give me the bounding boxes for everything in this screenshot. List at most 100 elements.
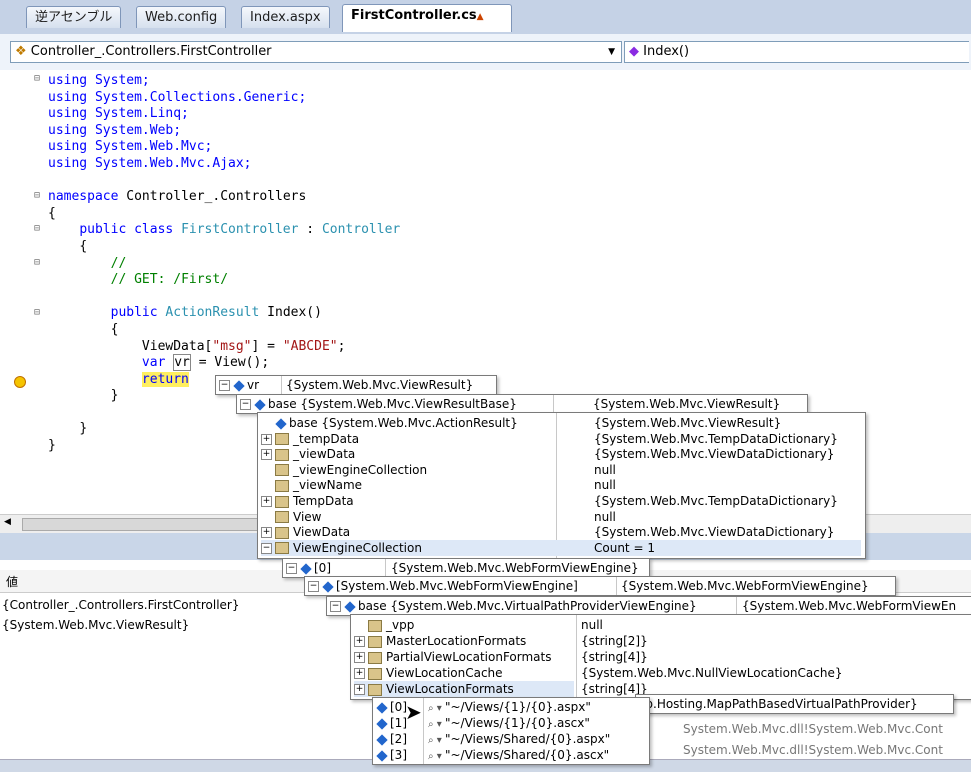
variable-icon: [376, 733, 388, 746]
tip-row[interactable]: + MasterLocationFormats: [354, 633, 526, 649]
code-token: = View();: [190, 355, 270, 371]
tip-row-name: PartialViewLocationFormats: [386, 650, 552, 664]
code-token: "msg": [212, 338, 252, 354]
callstack-row[interactable]: System.Web.Mvc.dll!System.Web.Mvc.Cont: [683, 741, 971, 759]
expand-icon[interactable]: −: [261, 542, 272, 554]
expand-icon[interactable]: +: [354, 652, 365, 663]
magnifier-icon[interactable]: ⌕ ▾: [428, 751, 445, 762]
tip-row[interactable]: + ViewData: [261, 524, 350, 540]
tip-row[interactable]: View: [261, 509, 321, 525]
datatip-base-viewresultbase[interactable]: − base {System.Web.Mvc.ViewResultBase} {S…: [236, 394, 808, 414]
divider: [423, 698, 424, 764]
tip-row[interactable]: + _viewData: [261, 446, 355, 462]
field-icon: [275, 542, 289, 555]
outline-class[interactable]: ⊟: [34, 223, 40, 234]
outline-using[interactable]: ⊟: [34, 73, 40, 84]
divider: [556, 413, 557, 558]
callstack-row[interactable]: System.Web.Mvc.dll!System.Web.Mvc.Cont: [683, 719, 971, 739]
tip-row-name: ViewLocationCache: [386, 666, 503, 680]
datatip-base-virtualpathprovider[interactable]: − base {System.Web.Mvc.VirtualPathProvide…: [326, 596, 971, 616]
expand-icon[interactable]: +: [261, 527, 272, 539]
tip-row[interactable]: + ViewLocationCache: [354, 665, 503, 681]
code-token: ActionResult: [165, 305, 260, 321]
tip-row-value: Count = 1: [594, 540, 655, 555]
class-combo[interactable]: ❖ Controller_.Controllers.FirstControlle…: [10, 41, 622, 63]
tip-row[interactable]: − ViewEngineCollection: [261, 539, 861, 556]
datatip-value: eb.Hosting.MapPathBasedVirtualPathProvid…: [638, 697, 918, 711]
code-token: {: [48, 205, 56, 221]
expand-icon[interactable]: +: [354, 668, 365, 679]
magnifier-icon[interactable]: ⌕ ▾: [428, 735, 445, 746]
datatip-webformviewengine[interactable]: − [System.Web.Mvc.WebFormViewEngine] {Sys…: [304, 576, 896, 596]
magnifier-icon[interactable]: ⌕ ▾: [428, 703, 445, 714]
array-row[interactable]: [2]: [376, 731, 407, 747]
datatip-vpp-value[interactable]: eb.Hosting.MapPathBasedVirtualPathProvid…: [635, 694, 954, 714]
tip-row-value: {System.Web.Mvc.ViewResult}: [594, 416, 782, 430]
code-token: var: [141, 355, 174, 371]
tab-web-config[interactable]: Web.config: [136, 6, 227, 28]
tip-row[interactable]: _viewName: [261, 477, 362, 493]
scroll-thumb[interactable]: [22, 518, 264, 531]
expand-icon[interactable]: +: [261, 449, 272, 461]
tab-index-aspx[interactable]: Index.aspx: [241, 6, 330, 28]
tip-row-value: null: [594, 462, 616, 477]
code-token: ;: [337, 338, 346, 354]
array-value: ⌕ ▾ "~/Views/{1}/{0}.aspx": [428, 699, 591, 715]
magnifier-icon[interactable]: ⌕ ▾: [428, 719, 445, 730]
tip-row[interactable]: + ViewLocationFormats: [354, 681, 574, 697]
expand-icon[interactable]: +: [354, 684, 365, 695]
datatip-index-0[interactable]: − [0] {System.Web.Mvc.WebFormViewEngine}: [282, 558, 650, 578]
variable-icon: [344, 600, 356, 613]
tip-row[interactable]: _vpp: [354, 617, 414, 633]
tab-disassembly[interactable]: 逆アセンブル: [26, 6, 122, 28]
code-line: using System.Web;: [48, 122, 182, 138]
array-value-text: "~/Views/{1}/{0}.ascx": [444, 716, 590, 730]
variable-icon: [322, 580, 334, 593]
expand-icon[interactable]: +: [261, 496, 272, 507]
array-row[interactable]: [0]: [376, 699, 407, 715]
expand-icon[interactable]: +: [261, 433, 272, 445]
navigation-bar: ❖ Controller_.Controllers.FirstControlle…: [0, 34, 971, 71]
collapse-icon[interactable]: −: [240, 399, 251, 410]
expand-icon[interactable]: +: [354, 636, 365, 647]
locals-row-value[interactable]: {System.Web.Mvc.ViewResult}: [2, 618, 189, 632]
scroll-left-icon[interactable]: ◀: [4, 517, 16, 530]
tip-row[interactable]: + PartialViewLocationFormats: [354, 649, 551, 665]
tip-row-name: _viewData: [293, 447, 356, 462]
outline-method[interactable]: ⊟: [34, 307, 40, 318]
array-value: ⌕ ▾ "~/Views/{1}/{0}.ascx": [428, 715, 590, 731]
outline-comment[interactable]: ⊟: [34, 257, 40, 268]
outline-namespace[interactable]: ⊟: [34, 190, 40, 201]
pin-icon: ▲: [476, 12, 484, 22]
collapse-icon[interactable]: −: [286, 563, 297, 574]
code-token: // GET: /First/: [110, 272, 229, 288]
tip-row-value: {string[4]}: [581, 650, 648, 664]
tip-row-value: null: [581, 618, 603, 632]
document-tab-bar: 逆アセンブル Web.config Index.aspx FirstContro…: [0, 0, 971, 35]
array-row[interactable]: [1]: [376, 715, 407, 731]
current-statement: return: [141, 371, 189, 387]
array-row[interactable]: [3]: [376, 747, 407, 763]
tip-row-name: _viewEngineCollection: [293, 462, 428, 477]
tip-row[interactable]: + TempData: [261, 493, 354, 509]
tip-row[interactable]: base {System.Web.Mvc.ActionResult}: [261, 415, 518, 431]
code-token: {: [79, 238, 88, 254]
array-value-text: "~/Views/{1}/{0}.aspx": [444, 700, 591, 714]
collapse-icon[interactable]: −: [330, 601, 341, 612]
divider: [281, 376, 282, 394]
tip-row[interactable]: + _tempData: [261, 431, 359, 447]
tip-row[interactable]: _viewEngineCollection: [261, 462, 427, 478]
code-token: "ABCDE": [282, 338, 338, 354]
datatip-viewengine-members[interactable]: _vpp null + MasterLocationFormats {string[2]…: [350, 614, 971, 700]
collapse-icon[interactable]: −: [219, 380, 230, 391]
collapse-icon[interactable]: −: [308, 581, 319, 592]
member-combo[interactable]: ◆ Index(): [624, 41, 969, 63]
locals-row-value[interactable]: {Controller_.Controllers.FirstController…: [2, 598, 240, 612]
datatip-viewresult-members[interactable]: base {System.Web.Mvc.ActionResult} {Syste…: [257, 412, 866, 559]
chevron-down-icon[interactable]: ▼: [608, 42, 615, 62]
breakpoint-gutter[interactable]: [0, 70, 34, 514]
hovered-variable[interactable]: vr: [173, 354, 191, 372]
divider: [616, 577, 617, 595]
tab-first-controller[interactable]: FirstController.cs▲: [342, 4, 512, 32]
datatip-vr[interactable]: − vr {System.Web.Mvc.ViewResult}: [215, 375, 497, 395]
